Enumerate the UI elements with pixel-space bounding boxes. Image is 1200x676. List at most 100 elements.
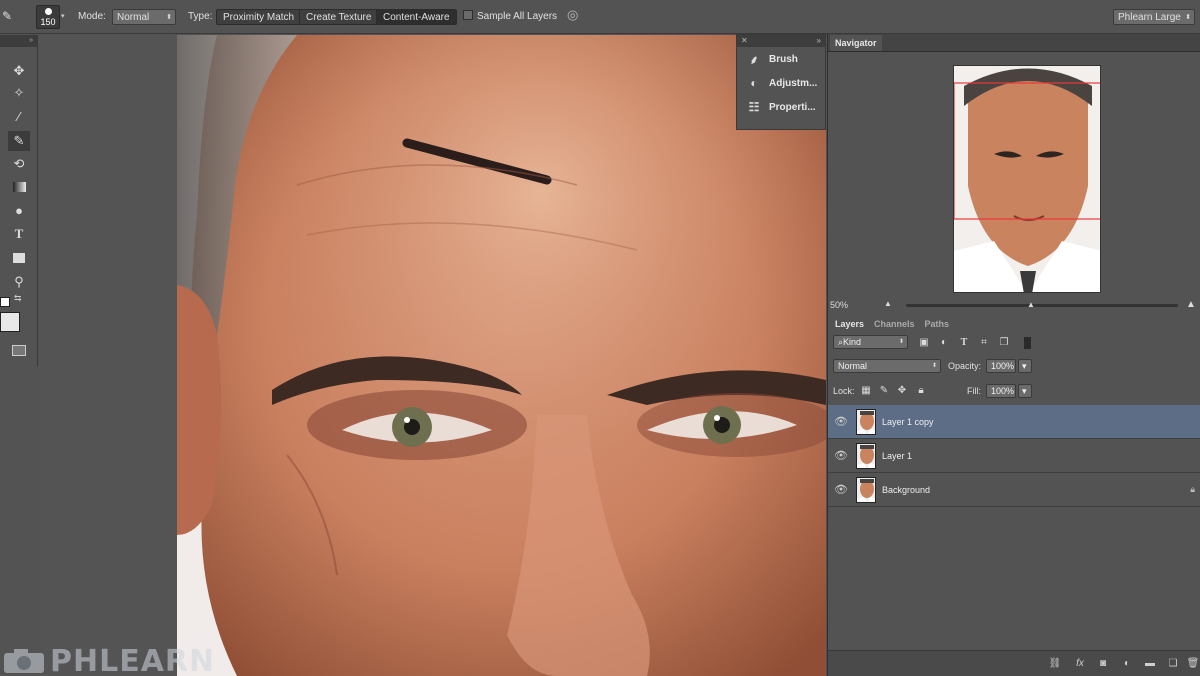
fill-input[interactable]: 100% — [986, 384, 1016, 398]
foreground-color-swatch[interactable] — [0, 297, 10, 307]
content-aware-button[interactable]: Content-Aware — [376, 9, 457, 25]
expand-icon[interactable]: » — [817, 35, 821, 47]
tab-channels[interactable]: Channels — [869, 316, 920, 332]
tab-navigator[interactable]: Navigator — [830, 35, 882, 51]
lock-image-icon[interactable]: ✎ — [878, 385, 890, 397]
zoom-out-icon[interactable]: ▲ — [884, 299, 892, 308]
swap-colors-icon[interactable]: ⇆ — [14, 293, 22, 304]
dodge-tool-icon[interactable]: ● — [8, 200, 30, 220]
brush-preset-picker[interactable]: 150 — [36, 5, 60, 29]
brush-panel-button[interactable]: ⸙ Brush — [737, 47, 825, 71]
tab-paths[interactable]: Paths — [920, 316, 955, 332]
dropdown-arrows-icon: ⬍ — [166, 14, 172, 21]
opacity-label: Opacity: — [948, 361, 982, 371]
tools-panel-header[interactable]: » — [0, 35, 37, 47]
adjustment-layer-icon[interactable]: ◐ — [1120, 657, 1134, 671]
collapsed-panels-header[interactable]: ✕» — [737, 35, 825, 47]
workspace-value: Phlearn Large — [1118, 12, 1181, 23]
brush-icon: ⸙ — [749, 52, 759, 67]
opacity-value: 100% — [991, 361, 1015, 371]
lock-transparent-icon[interactable]: ▦ — [860, 385, 872, 397]
spot-healing-brush-icon[interactable]: ✎ — [2, 8, 12, 24]
layer-name[interactable]: Layer 1 copy — [882, 417, 934, 427]
new-layer-icon[interactable]: ❏ — [1166, 657, 1180, 671]
filter-toggle[interactable] — [1024, 337, 1031, 349]
lock-label: Lock: — [833, 386, 855, 396]
zoom-value[interactable]: 50% — [830, 300, 848, 310]
layer-row[interactable]: 👁︎ Background 🔒︎ — [828, 473, 1200, 507]
move-tool-icon[interactable]: ✥ — [8, 61, 30, 81]
layer-name[interactable]: Layer 1 — [882, 451, 912, 461]
gradient-tool-icon[interactable] — [8, 177, 30, 197]
adjustment-filter-icon[interactable]: ◐ — [938, 337, 950, 349]
layer-row[interactable]: 👁︎ Layer 1 copy — [828, 405, 1200, 439]
properties-panel-button[interactable]: ☷ Properti... — [737, 95, 825, 119]
pressure-size-icon[interactable]: ◎ — [567, 7, 578, 23]
blend-opacity-row: Normal ⬍ Opacity: 100% ▾ — [828, 358, 1200, 378]
zoom-in-icon[interactable]: ▲ — [1186, 299, 1196, 310]
dropdown-arrows-icon: ⬍ — [1185, 14, 1191, 21]
create-texture-button[interactable]: Create Texture — [299, 9, 379, 25]
pixel-filter-icon[interactable]: ▣ — [918, 337, 930, 349]
type-filter-icon[interactable]: T — [958, 337, 970, 349]
layers-tab-bar: Layers Channels Paths — [828, 314, 1200, 332]
workspace-dropdown[interactable]: Phlearn Large ⬍ — [1113, 9, 1195, 25]
layer-thumbnail — [856, 442, 876, 469]
rectangle-tool-icon[interactable] — [8, 248, 30, 268]
zoom-slider-handle[interactable]: ▲ — [1027, 300, 1035, 309]
layer-row[interactable]: 👁︎ Layer 1 — [828, 439, 1200, 473]
dropdown-arrows-icon: ⬍ — [931, 363, 937, 369]
magic-wand-icon[interactable]: ✧ — [8, 83, 30, 103]
background-color-swatch[interactable] — [0, 312, 20, 332]
layer-style-fx-icon[interactable]: fx — [1073, 657, 1087, 671]
tab-layers[interactable]: Layers — [830, 316, 870, 332]
checkbox-box — [463, 10, 473, 20]
shape-filter-icon[interactable]: ⌗ — [978, 337, 990, 349]
layers-footer: ⛓︎ fx ◙ ◐ ▬ ❏ 🗑︎ — [828, 650, 1200, 676]
adjustments-panel-button[interactable]: ◐ Adjustm... — [737, 71, 825, 95]
eyedropper-icon[interactable]: ⁄ — [8, 106, 30, 126]
add-mask-icon[interactable]: ◙ — [1096, 657, 1110, 671]
options-bar: ✎ 150 ▾ Mode: Normal ⬍ Type: Proximity Ma… — [0, 0, 1200, 34]
collapsed-panels: ✕» ⸙ Brush ◐ Adjustm... ☷ Properti... — [736, 34, 826, 130]
close-icon[interactable]: ✕ — [741, 35, 748, 47]
navigator-preview[interactable] — [828, 52, 1200, 298]
fill-value: 100% — [991, 386, 1015, 396]
visibility-eye-icon[interactable]: 👁︎ — [828, 449, 854, 462]
history-brush-icon[interactable]: ⟲ — [8, 154, 30, 174]
healing-brush-tool-icon[interactable]: ✎ — [8, 131, 30, 151]
brush-picker-caret-icon[interactable]: ▾ — [61, 9, 65, 25]
visibility-eye-icon[interactable]: 👁︎ — [828, 415, 854, 428]
filter-kind-value: Kind — [843, 337, 862, 347]
layer-thumbnail — [856, 476, 876, 503]
trash-icon[interactable]: 🗑︎ — [1186, 657, 1200, 671]
adjustments-panel-label: Adjustm... — [769, 77, 818, 89]
screen-mode-icon[interactable] — [12, 345, 26, 356]
proximity-match-button[interactable]: Proximity Match — [216, 9, 302, 25]
sample-all-layers-checkbox[interactable]: Sample All Layers — [463, 9, 557, 25]
zoom-slider[interactable]: ▲ — [906, 300, 1178, 309]
zoom-tool-icon[interactable]: ⚲ — [8, 272, 30, 292]
type-tool-icon[interactable]: T — [8, 224, 30, 244]
tools-panel: » ✥ ✧ ⁄ ✎ ⟲ ● T ⚲ ⇆ — [0, 35, 38, 367]
visibility-eye-icon[interactable]: 👁︎ — [828, 483, 854, 496]
smart-object-filter-icon[interactable]: ❐ — [998, 337, 1010, 349]
chevron-down-icon: ▾ — [1022, 386, 1027, 396]
document-canvas[interactable] — [39, 35, 826, 676]
sample-all-layers-label: Sample All Layers — [477, 11, 558, 22]
lock-position-icon[interactable]: ✥ — [896, 385, 908, 397]
mode-dropdown[interactable]: Normal ⬍ — [112, 9, 176, 25]
portrait-photo[interactable] — [177, 35, 826, 676]
new-group-icon[interactable]: ▬ — [1143, 657, 1157, 671]
right-panels: Navigator 50% ▲ ▲ ▲ Layers Channels Path… — [827, 34, 1200, 676]
fill-slider-toggle[interactable]: ▾ — [1018, 384, 1032, 398]
chevron-down-icon: ▾ — [1022, 361, 1027, 371]
opacity-input[interactable]: 100% — [986, 359, 1016, 373]
layer-name[interactable]: Background — [882, 485, 930, 495]
navigator-thumbnail[interactable] — [953, 65, 1101, 293]
link-layers-icon[interactable]: ⛓︎ — [1048, 657, 1062, 671]
filter-kind-dropdown[interactable]: ⌕Kind ⬍ — [833, 335, 908, 349]
blend-mode-dropdown[interactable]: Normal ⬍ — [833, 359, 941, 373]
opacity-slider-toggle[interactable]: ▾ — [1018, 359, 1032, 373]
lock-all-icon[interactable]: 🔒︎ — [915, 385, 927, 397]
